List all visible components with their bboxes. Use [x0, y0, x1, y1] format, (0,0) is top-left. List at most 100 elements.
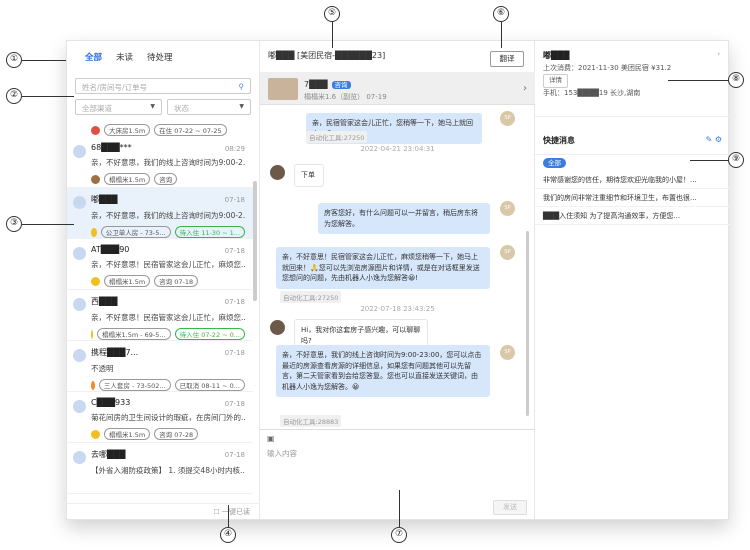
quick-message-item[interactable]: 我们的房间非常注重细节和环境卫生，布置也很...	[535, 189, 730, 207]
conversation-tags: 三人套房 - 73-502... 已取消 08-11 ~ 0...	[91, 379, 245, 391]
tag-pill: 榻榻米1.5m	[104, 428, 151, 440]
quick-message-item[interactable]: ███入住须知 为了提高沟通效率，方便您...	[535, 207, 730, 225]
channel-icon	[91, 380, 95, 390]
conversation-item[interactable]: 携程███7... 07-18 不透明三人套房 - 73-502... 已取消 08-…	[67, 341, 253, 392]
listing-title: 7███	[304, 80, 328, 89]
message-time: 07-18	[224, 349, 245, 357]
message-preview: 亲，不好意思，我们的线上咨询时间为9:00-2...	[91, 158, 245, 167]
avatar	[73, 196, 86, 209]
avatar	[73, 247, 86, 260]
avatar	[73, 451, 86, 464]
message-composer[interactable]: ▣ 输入内容 发送	[260, 429, 535, 521]
tag-pill: 待入住 07-22 ~ 0...	[174, 328, 245, 340]
message-time: 07-18	[224, 196, 245, 204]
conversation-item[interactable]: 嘟███ 07-18 亲，不好意思，我们的线上咨询时间为9:00-2... 公卫单人房…	[67, 188, 253, 239]
quick-messages-title: 快捷消息	[543, 136, 575, 145]
callout-line	[668, 80, 728, 81]
conversation-item[interactable]: 西███ 07-18 亲，不好意思！民宿管家这会儿正忙，麻烦您... 榻榻米1.5m …	[67, 290, 253, 341]
callout-7: ⑦	[391, 527, 407, 543]
tab-all[interactable]: 全部	[85, 51, 102, 63]
message-input[interactable]: 输入内容	[267, 448, 297, 459]
quick-message-item[interactable]: 非常感谢您的信任，期待您欢迎光临我的小屋！...	[535, 171, 730, 189]
tag-pill: 咨询	[154, 173, 178, 185]
tab-all-quick[interactable]: 全部	[543, 158, 566, 168]
avatar	[73, 400, 86, 413]
chevron-down-icon: ▼	[239, 103, 244, 110]
conversation-tags: 榻榻米1.5m 咨询	[91, 173, 245, 185]
status-select-value: 状态	[174, 104, 189, 113]
contact-name: 去哪███	[91, 450, 126, 459]
guest-name: 嘟███	[543, 51, 570, 60]
filter-tabs: 全部 未读 待处理	[67, 41, 259, 73]
chevron-right-icon[interactable]: ›	[717, 49, 720, 61]
tab-unread[interactable]: 未读	[116, 51, 133, 63]
message-preview: 【外省入湘防疫政策】 1. 须提交48小时内核...	[91, 466, 245, 475]
listing-card[interactable]: 7███ 咨询 榻榻米1.6（副览） 07-19 ›	[260, 73, 535, 105]
status-tag: 在住 07-22 ~ 07-25	[154, 124, 227, 136]
conversation-item[interactable]: 68███*** 08:29 亲，不好意思，我们的线上咨询时间为9:00-2... 榻…	[67, 137, 253, 188]
list-scrollbar[interactable]	[253, 181, 257, 301]
conversation-item[interactable]: C███933 07-18 菊花间房的卫生间设计的瑕疵，在房间门外的... 榻榻米1.…	[67, 392, 253, 443]
info-panel: 嘟███ 上次消费：2021-11-30 美团民宿 ¥31.2 详情 手机：15…	[535, 41, 730, 519]
chevron-right-icon: ›	[523, 83, 527, 94]
conversation-item[interactable]: AT███90 07-18 亲，不好意思！民宿管家这会儿正忙，麻烦您... 榻榻米1.…	[67, 239, 253, 290]
conversation-tags: 榻榻米1.5m 咨询 07-18	[91, 275, 245, 287]
callout-line	[22, 60, 66, 61]
image-icon[interactable]: ▣	[267, 434, 275, 443]
callout-3: ③	[6, 216, 22, 232]
tag-pill: 榻榻米1.5m - 69-5...	[97, 328, 171, 340]
callout-line	[228, 505, 229, 527]
message-timestamp: 2022-04-21 23:04:31	[360, 145, 435, 153]
message-time: 08:29	[224, 145, 245, 153]
translate-button[interactable]: 翻译	[490, 51, 524, 67]
detail-button[interactable]: 详情	[543, 74, 568, 88]
guest-phone: 手机：153████19 长沙,湖南	[543, 88, 641, 97]
tab-pending[interactable]: 待处理	[147, 51, 173, 63]
search-placeholder: 姓名/房间号/订单号	[82, 83, 148, 92]
message-preview: 亲，不好意思，我们的线上咨询时间为9:00-2...	[91, 211, 245, 220]
app-window: 全部 未读 待处理 姓名/房间号/订单号 ⚲ 全部渠道 ▼ 状态 ▼ 大床房1.5m …	[66, 40, 730, 520]
contact-name: 携程███7...	[91, 348, 139, 357]
message-preview: 不透明	[91, 364, 114, 373]
channel-select-value: 全部渠道	[82, 104, 112, 113]
callout-8: ⑧	[728, 72, 744, 88]
chat-panel: 嘟███ [美团民宿-██████23] 翻译 7███ 咨询 榻榻米1.6（副览…	[260, 41, 535, 519]
contact-name: 西███	[91, 297, 118, 306]
search-input[interactable]: 姓名/房间号/订单号 ⚲	[75, 78, 251, 94]
tag-pill: 榻榻米1.5m	[104, 275, 151, 287]
contact-name: AT███90	[91, 245, 130, 254]
tag-pill: 榻榻米1.5m	[104, 173, 151, 185]
search-icon: ⚲	[238, 82, 245, 91]
edit-icon[interactable]: ✎ ⚙	[706, 135, 722, 144]
last-purchase: 上次消费：2021-11-30 美团民宿 ¥31.2	[543, 63, 672, 72]
guest-profile: 嘟███ 上次消费：2021-11-30 美团民宿 ¥31.2 详情 手机：15…	[535, 41, 730, 117]
mark-all-read-button[interactable]: ☐ 一键已读	[67, 503, 260, 519]
tag-pill: 三人套房 - 73-502...	[98, 379, 171, 391]
callout-line	[22, 224, 74, 225]
callout-4: ④	[220, 527, 236, 543]
callout-5: ⑤	[324, 6, 340, 22]
channel-icon	[91, 329, 94, 339]
message-bubble: 房客您好，有什么问题可以一并留言，稍后房东将为您解答。	[318, 203, 490, 234]
send-button[interactable]: 发送	[493, 500, 527, 515]
message-time: 07-18	[224, 298, 245, 306]
contact-name: 嘟███	[91, 195, 118, 204]
avatar	[73, 349, 86, 362]
listing-subtitle: 榻榻米1.6（副览） 07-19	[304, 93, 387, 101]
status-select[interactable]: 状态 ▼	[167, 99, 251, 115]
list-item[interactable]: 大床房1.5m 在住 07-22 ~ 07-25	[67, 123, 253, 137]
channel-icon	[91, 429, 100, 439]
chevron-down-icon: ▼	[150, 103, 155, 110]
avatar: SP	[500, 201, 515, 216]
callout-9: ⑨	[728, 152, 744, 168]
conversation-item[interactable]: 去哪███ 07-18 【外省入湘防疫政策】 1. 须提交48小时内核...	[67, 443, 253, 494]
auto-tool-label: 自动化工具:27250	[306, 131, 368, 143]
callout-2: ②	[6, 88, 22, 104]
tag-pill: 公卫单人房 - 73-5...	[100, 226, 171, 238]
channel-select[interactable]: 全部渠道 ▼	[75, 99, 162, 115]
contact-name: 68███***	[91, 143, 132, 152]
auto-tool-label: 自动化工具:28883	[280, 415, 342, 427]
callout-line	[399, 490, 400, 527]
tag-pill: 咨询 07-28	[154, 428, 199, 440]
chat-scrollbar[interactable]	[526, 231, 529, 416]
